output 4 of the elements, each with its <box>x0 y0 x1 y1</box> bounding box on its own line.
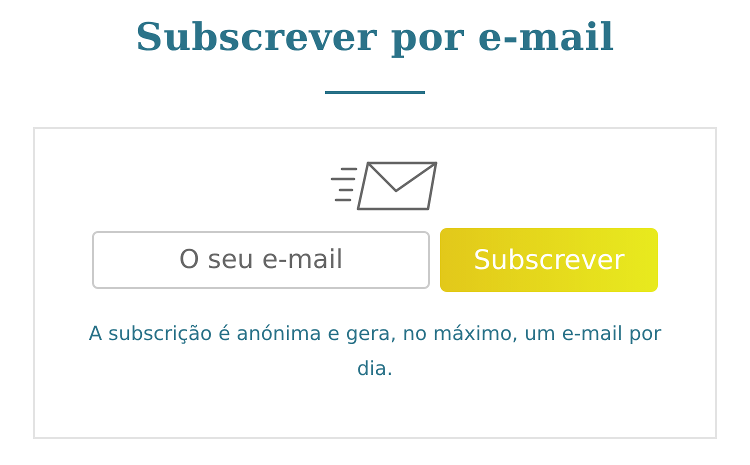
subscription-note: A subscrição é anónima e gera, no máximo, um e-mail por dia. <box>88 321 662 382</box>
email-field[interactable]: O seu e-mail <box>92 231 430 289</box>
subscribe-button[interactable]: Subscrever <box>440 228 658 292</box>
page-title: Subscrever por e-mail <box>135 14 615 59</box>
